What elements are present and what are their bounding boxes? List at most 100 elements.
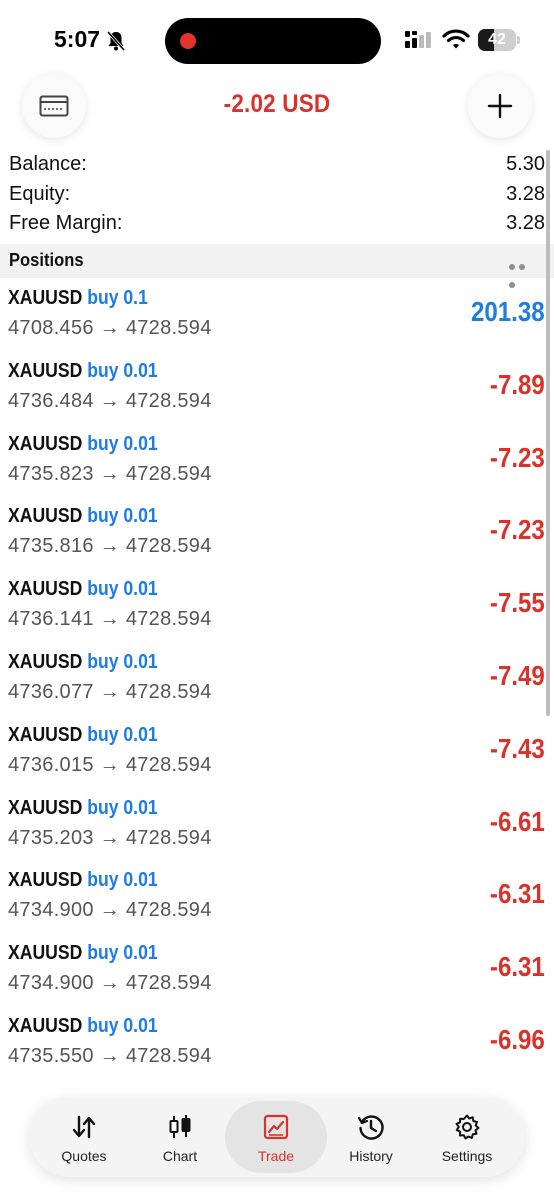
equity-label: Equity:	[9, 182, 71, 205]
position-row[interactable]: XAUUSD buy 0.01 4734.900 → 4728.594 -6.31	[0, 864, 554, 937]
more-dots-icon[interactable]	[509, 257, 537, 288]
bottom-tab-bar: Quotes Chart Trade History Settings	[29, 1097, 525, 1177]
tab-label: Chart	[162, 1148, 198, 1164]
tab-chart[interactable]: Chart	[129, 1101, 231, 1173]
position-profit: -7.43	[490, 732, 545, 764]
new-order-button[interactable]	[468, 74, 532, 138]
position-symbol: XAUUSD buy 0.01	[8, 869, 158, 892]
top-nav: -2.02 USD	[0, 72, 554, 142]
history-clock-icon	[357, 1113, 385, 1141]
symbol-text: XAUUSD	[8, 869, 83, 892]
status-bar: 5:07 42	[0, 0, 554, 80]
position-row[interactable]: XAUUSD buy 0.01 4735.823 → 4728.594 -7.23	[0, 428, 554, 501]
side-volume: buy 0.01	[87, 942, 158, 965]
quotes-arrows-icon	[70, 1113, 98, 1141]
account-summary: Balance: 5.30 Equity: 3.28 Free Margin: …	[0, 150, 554, 239]
position-symbol: XAUUSD buy 0.01	[8, 724, 158, 747]
symbol-text: XAUUSD	[8, 723, 83, 746]
positions-list[interactable]: XAUUSD buy 0.1 4708.456 → 4728.594 201.38 X…	[0, 282, 554, 1090]
tab-trade[interactable]: Trade	[225, 1101, 327, 1173]
position-profit: -7.49	[490, 659, 545, 691]
position-row[interactable]: XAUUSD buy 0.01 4735.816 → 4728.594 -7.23	[0, 500, 554, 573]
tab-label: History	[349, 1148, 393, 1164]
side-volume: buy 0.01	[87, 650, 158, 673]
position-row[interactable]: XAUUSD buy 0.01 4736.141 → 4728.594 -7.55	[0, 573, 554, 646]
tab-quotes[interactable]: Quotes	[33, 1101, 135, 1173]
position-row[interactable]: XAUUSD buy 0.01 4736.077 → 4728.594 -7.49	[0, 646, 554, 719]
status-time: 5:07	[54, 26, 101, 52]
position-row[interactable]: XAUUSD buy 0.01 4736.484 → 4728.594 -7.89	[0, 355, 554, 428]
settings-gear-icon	[453, 1113, 481, 1141]
position-prices: 4734.900 → 4728.594	[8, 899, 212, 922]
position-symbol: XAUUSD buy 0.01	[8, 360, 158, 383]
equity-row: Equity: 3.28	[0, 180, 554, 210]
side-volume: buy 0.01	[87, 578, 158, 601]
candlestick-chart-icon	[166, 1113, 194, 1141]
position-prices: 4736.015 → 4728.594	[8, 753, 212, 776]
trade-chart-icon	[262, 1113, 290, 1141]
position-symbol: XAUUSD buy 0.01	[8, 1015, 158, 1038]
position-prices: 4735.823 → 4728.594	[8, 462, 212, 485]
position-profit: 201.38	[471, 296, 545, 327]
position-symbol: XAUUSD buy 0.01	[8, 505, 158, 528]
position-prices: 4735.203 → 4728.594	[8, 826, 212, 849]
position-row[interactable]: XAUUSD buy 0.01 4736.015 → 4728.594 -7.43	[0, 719, 554, 792]
recording-indicator-icon	[180, 33, 196, 49]
position-profit: -7.89	[490, 368, 545, 400]
position-prices: 4708.456 → 4728.594	[8, 317, 212, 339]
position-profit: -6.31	[490, 878, 545, 910]
position-row[interactable]: XAUUSD buy 0.1 4708.456 → 4728.594 201.38	[0, 282, 554, 355]
positions-title: Positions	[9, 250, 84, 270]
battery-level: 42	[488, 31, 506, 48]
tab-settings[interactable]: Settings	[416, 1101, 518, 1173]
wifi-icon	[442, 29, 470, 49]
position-symbol: XAUUSD buy 0.01	[8, 942, 158, 965]
position-profit: -6.96	[490, 1023, 545, 1055]
cellular-signal-icon	[405, 31, 431, 48]
symbol-text: XAUUSD	[8, 578, 83, 601]
symbol-text: XAUUSD	[8, 796, 83, 819]
position-symbol: XAUUSD buy 0.01	[8, 433, 158, 456]
balance-row: Balance: 5.30	[0, 150, 554, 180]
position-symbol: XAUUSD buy 0.01	[8, 797, 158, 820]
symbol-text: XAUUSD	[8, 942, 83, 965]
position-prices: 4734.900 → 4728.594	[8, 972, 212, 995]
balance-label: Balance:	[9, 153, 87, 176]
tab-label: Trade	[257, 1148, 295, 1164]
position-prices: 4735.816 → 4728.594	[8, 535, 212, 558]
side-volume: buy 0.01	[87, 796, 158, 819]
side-volume: buy 0.01	[87, 505, 158, 528]
position-row[interactable]: XAUUSD buy 0.01 4735.203 → 4728.594 -6.61	[0, 792, 554, 865]
side-volume: buy 0.01	[87, 869, 158, 892]
battery-indicator: 42	[478, 29, 516, 51]
symbol-text: XAUUSD	[8, 650, 83, 673]
bell-muted-icon	[106, 31, 126, 51]
plus-icon	[487, 93, 513, 119]
equity-value: 3.28	[506, 182, 545, 205]
position-symbol: XAUUSD buy 0.01	[8, 651, 158, 674]
position-profit: -7.23	[490, 514, 545, 546]
scrollbar[interactable]	[546, 150, 550, 716]
position-prices: 4736.484 → 4728.594	[8, 389, 212, 412]
symbol-text: XAUUSD	[8, 505, 83, 528]
symbol-text: XAUUSD	[8, 359, 83, 382]
side-volume: buy 0.1	[87, 287, 148, 309]
side-volume: buy 0.01	[87, 359, 158, 382]
positions-section-header: Positions	[0, 244, 554, 288]
position-symbol: XAUUSD buy 0.1	[8, 287, 148, 310]
position-symbol: XAUUSD buy 0.01	[8, 578, 158, 601]
position-prices: 4736.141 → 4728.594	[8, 608, 212, 631]
balance-value: 5.30	[506, 153, 545, 176]
position-prices: 4735.550 → 4728.594	[8, 1044, 212, 1067]
side-volume: buy 0.01	[87, 1014, 158, 1037]
position-profit: -7.55	[490, 587, 545, 619]
tab-history[interactable]: History	[320, 1101, 422, 1173]
position-profit: -6.61	[490, 805, 545, 837]
battery-cap	[517, 36, 520, 44]
free-margin-value: 3.28	[506, 212, 545, 235]
symbol-text: XAUUSD	[8, 287, 83, 309]
tab-label: Quotes	[61, 1148, 107, 1164]
dynamic-island	[165, 18, 381, 64]
position-row[interactable]: XAUUSD buy 0.01 4734.900 → 4728.594 -6.31	[0, 937, 554, 1010]
position-profit: -6.31	[490, 951, 545, 983]
